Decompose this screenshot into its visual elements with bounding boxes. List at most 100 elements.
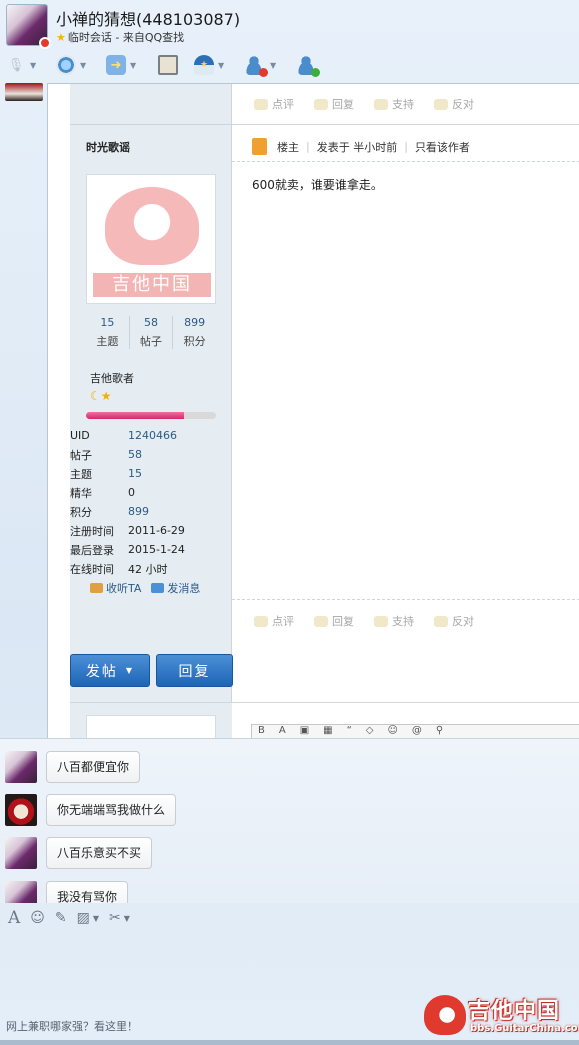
info-value[interactable]: 58 — [128, 448, 142, 461]
file-transfer-icon: ➜ — [106, 55, 126, 75]
message-link[interactable]: 发消息 — [151, 580, 200, 596]
thumbs-up-icon — [374, 615, 388, 627]
poster-avatar[interactable]: 吉他中国 — [86, 174, 216, 304]
chevron-down-icon[interactable]: ▼ — [30, 61, 36, 70]
star-icon: ★ — [56, 31, 66, 44]
oppose-action[interactable]: 反对 — [434, 613, 474, 629]
poster-stats: 15 主题 58 帖子 899 积分 — [86, 316, 216, 349]
chevron-down-icon[interactable]: ▼ — [218, 61, 224, 70]
brand-name: 吉他中国 — [468, 999, 561, 1024]
stat-threads[interactable]: 15 主题 — [86, 316, 130, 349]
info-value: 2015-1-24 — [128, 543, 185, 556]
action-label: 反对 — [452, 615, 474, 628]
emoji-icon[interactable]: ☺ — [30, 910, 45, 926]
content-divider — [232, 599, 579, 600]
app-icon: ★ — [194, 55, 214, 75]
post-content: 600就卖，谁要谁拿走。 — [252, 178, 383, 192]
stat-posts[interactable]: 58 帖子 — [130, 316, 174, 349]
message-bubble: 我没有骂你 — [46, 881, 129, 903]
reply-button[interactable]: 回复 — [156, 654, 233, 687]
chevron-down-icon[interactable]: ▼ — [124, 914, 130, 923]
chevron-down-icon[interactable]: ▼ — [130, 61, 136, 70]
forum-post: 时光歌谣 吉他中国 15 主题 58 帖子 899 积分 吉他歌者 ☾★ UID 124… — [70, 84, 579, 738]
action-label: 回复 — [332, 615, 354, 628]
stat-value: 58 — [144, 316, 158, 329]
scissors-icon[interactable]: ✂ — [109, 910, 121, 926]
support-action[interactable]: 支持 — [374, 96, 414, 112]
add-user-button[interactable] — [298, 52, 320, 78]
chevron-down-icon[interactable]: ▼ — [270, 61, 276, 70]
reply-avatar — [86, 715, 216, 738]
info-value[interactable]: 15 — [128, 467, 142, 480]
screen-icon — [158, 55, 178, 75]
new-post-button[interactable]: 发帖 ▼ — [70, 654, 150, 687]
image-icon[interactable]: ▨ — [77, 910, 90, 926]
info-row: 主题 15 — [70, 464, 232, 483]
follow-label: 收听TA — [106, 582, 142, 595]
boy-avatar[interactable] — [5, 751, 37, 783]
info-value[interactable]: 1240466 — [128, 429, 177, 442]
info-key: 主题 — [70, 467, 92, 481]
info-row: 精华 0 — [70, 483, 232, 502]
post-buttons: 发帖 ▼ 回复 — [48, 654, 558, 690]
poster-name[interactable]: 时光歌谣 — [86, 139, 130, 155]
follow-link[interactable]: 收听TA — [90, 580, 141, 596]
only-author-link[interactable]: 只看该作者 — [415, 139, 470, 155]
font-icon[interactable]: A — [8, 908, 20, 928]
comment-action[interactable]: 点评 — [254, 96, 294, 112]
meta-separator: | — [404, 140, 408, 153]
guitar-china-logo-icon — [424, 995, 466, 1035]
edit-icon[interactable]: ✎ — [55, 910, 67, 926]
stat-points[interactable]: 899 积分 — [173, 316, 216, 349]
thumbs-up-icon — [374, 98, 388, 110]
app-button[interactable]: ★ ▼ — [194, 52, 224, 78]
info-row: UID 1240466 — [70, 426, 232, 445]
chevron-down-icon[interactable]: ▼ — [93, 914, 99, 923]
boy-avatar[interactable] — [5, 881, 37, 903]
comment-icon — [254, 615, 268, 627]
boy-avatar[interactable] — [5, 837, 37, 869]
mask-avatar[interactable] — [5, 794, 37, 826]
post-divider — [70, 124, 579, 125]
input-toolbar: A ☺ ✎ ▨ ▼ ✂ ▼ — [0, 903, 579, 933]
info-value[interactable]: 899 — [128, 505, 149, 518]
poster-links: 收听TA 发消息 — [90, 580, 200, 596]
microphone-button[interactable]: 🎙 ▼ — [6, 52, 36, 78]
message-bubble: 你无端端骂我做什么 — [46, 794, 177, 826]
comment-icon — [254, 98, 268, 110]
chevron-down-icon[interactable]: ▼ — [80, 61, 86, 70]
ad-link[interactable]: 网上兼职哪家强？看这里！ — [6, 1018, 138, 1034]
reply-icon — [314, 615, 328, 627]
qq-chat-window: 小禅的猜想(448103087) ★ 临时会话 - 来自QQ查找 🎙 ▼ ▼ ➜ ▼ … — [0, 0, 579, 1045]
editor-toolbar[interactable]: BA▣▦“◇☺@⚲ — [251, 724, 579, 738]
message-bubble: 八百乐意买不买 — [46, 837, 153, 869]
taskbar-edge — [0, 1040, 579, 1045]
contact-avatar[interactable] — [6, 4, 51, 49]
moon-star-icon: ☾★ — [90, 389, 112, 403]
screen-share-button[interactable] — [158, 52, 178, 78]
reply-icon — [314, 98, 328, 110]
reply-action[interactable]: 回复 — [314, 613, 354, 629]
follow-icon — [90, 583, 103, 593]
support-action[interactable]: 支持 — [374, 613, 414, 629]
add-user-icon — [298, 55, 320, 77]
oppose-action[interactable]: 反对 — [434, 96, 474, 112]
block-user-button[interactable]: ▼ — [246, 52, 276, 78]
action-label: 支持 — [392, 615, 414, 628]
session-subtitle-text: 临时会话 - 来自QQ查找 — [67, 31, 185, 44]
stat-value: 899 — [184, 316, 206, 329]
screenshot-image: 时光歌谣 吉他中国 15 主题 58 帖子 899 积分 吉他歌者 ☾★ UID 124… — [47, 83, 579, 738]
comment-action[interactable]: 点评 — [254, 613, 294, 629]
video-button[interactable]: ▼ — [56, 52, 86, 78]
mask-avatar[interactable] — [5, 83, 43, 101]
reply-action[interactable]: 回复 — [314, 96, 354, 112]
action-label: 点评 — [272, 615, 294, 628]
guitar-china-watermark: 吉他中国 bbs.GuitarChina.com — [424, 993, 579, 1038]
message-label: 发消息 — [167, 582, 201, 595]
meta-divider — [232, 161, 579, 162]
chevron-down-icon: ▼ — [125, 666, 135, 675]
thumbs-down-icon — [434, 615, 448, 627]
brand-url: bbs.GuitarChina.com — [470, 1023, 579, 1034]
file-transfer-button[interactable]: ➜ ▼ — [106, 52, 136, 78]
info-key: UID — [70, 429, 90, 442]
